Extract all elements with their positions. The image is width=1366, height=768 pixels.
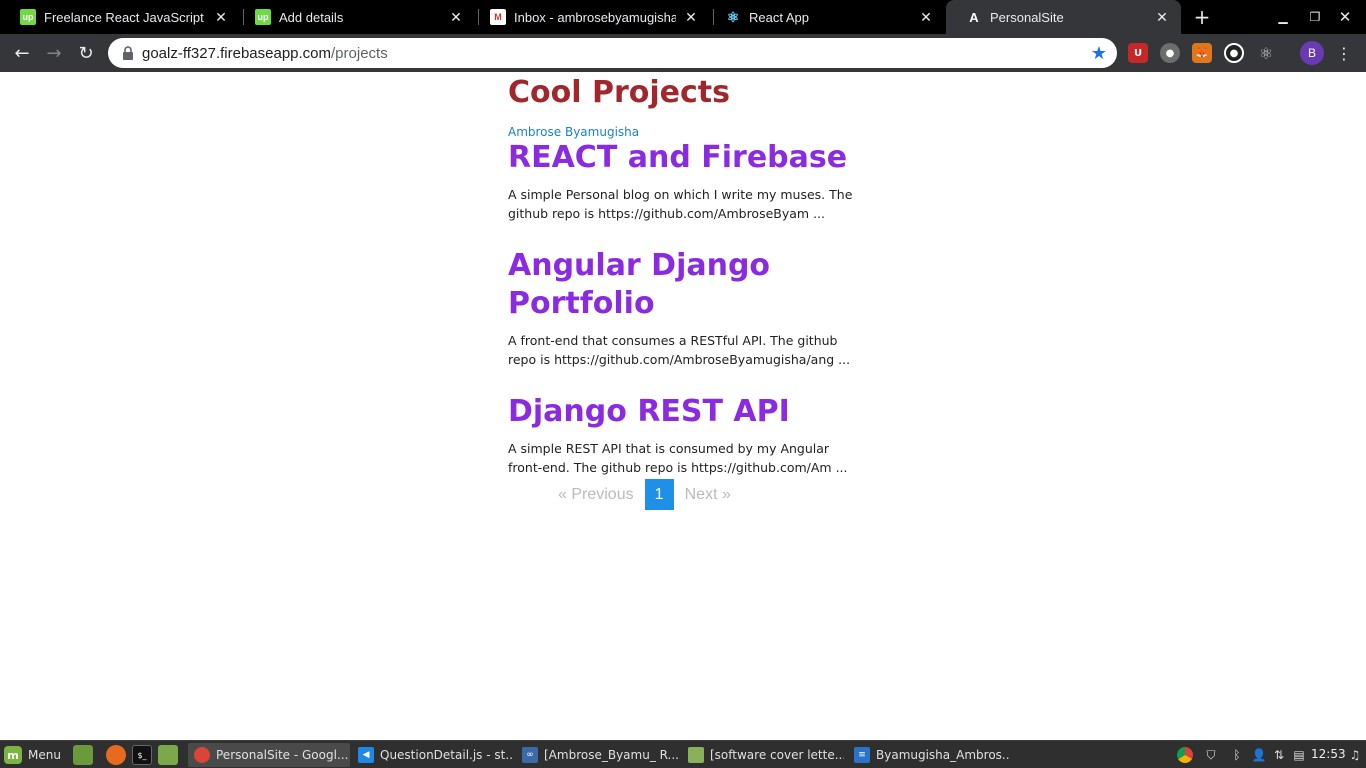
bookmark-star-icon[interactable]: ★ [1089,43,1109,64]
bluetooth-icon[interactable]: ᛒ [1228,746,1246,764]
vscode-icon: ◀ [358,747,374,763]
close-icon[interactable]: ✕ [212,8,230,26]
project-item: Angular Django Portfolio A front-end tha… [508,247,858,369]
close-icon[interactable]: ✕ [1153,8,1171,26]
shield-icon[interactable]: ⛉ [1202,746,1220,764]
music-note-icon[interactable]: ♫ [1346,746,1364,764]
linux-mint-icon: m [4,746,22,764]
gmail-icon: M [490,9,506,25]
project-description: A front-end that consumes a RESTful API.… [508,333,851,367]
close-icon[interactable]: ✕ [447,8,465,26]
chrome-tray-icon[interactable] [1176,746,1194,764]
project-description: A simple Personal blog on which I write … [508,187,853,221]
current-page-number[interactable]: 1 [644,479,674,510]
browser-toolbar: ← → ↻ goalz-ff327.firebaseapp.com/projec… [0,34,1366,72]
taskbar-window-folder[interactable]: [software cover lette... [682,743,844,767]
clipboard-icon[interactable]: ▤ [1290,746,1308,764]
close-icon[interactable]: ✕ [917,8,935,26]
show-desktop-icon[interactable] [73,745,93,765]
taskbar-window-app[interactable]: ∞ [Ambrose_Byamu_ R... [516,743,678,767]
upwork-icon: up [255,9,271,25]
tab-title: PersonalSite [990,9,1064,25]
terminal-icon[interactable]: $_ [132,745,152,765]
project-description: A simple REST API that is consumed by my… [508,441,848,475]
tab-add-details[interactable]: up Add details ✕ [235,0,475,34]
tab-title: Freelance React JavaScript Jobs [44,9,206,25]
project-title[interactable]: Django REST API [508,393,858,431]
author-link[interactable]: Ambrose Byamugisha [508,125,858,139]
app-icon: ∞ [522,747,538,763]
chrome-icon [194,747,210,763]
restore-icon[interactable]: ❐ [1304,6,1326,28]
taskbar-window-chrome[interactable]: PersonalSite - Googl... [188,743,350,767]
previous-page-link[interactable]: « Previous [550,486,644,504]
tab-personalsite[interactable]: A PersonalSite ✕ [946,0,1181,34]
next-page-link[interactable]: Next » [675,486,739,504]
close-icon[interactable]: ✕ [682,8,700,26]
url-text: goalz-ff327.firebaseapp.com/projects [142,44,388,62]
react-devtools-icon[interactable]: ⚛ [1256,43,1276,63]
window-title: Byamugisha_Ambros... [876,748,1010,762]
tab-gmail-inbox[interactable]: M Inbox - ambrosebyamugisha@ ✕ [470,0,710,34]
window-title: PersonalSite - Googl... [216,748,349,762]
document-icon: ≡ [854,747,870,763]
extension-circle-icon[interactable]: ● [1160,43,1180,63]
project-item: Django REST API A simple REST API that i… [508,393,858,477]
more-options-icon[interactable]: ⋮ [1336,41,1352,65]
tab-freelance-jobs[interactable]: up Freelance React JavaScript Jobs ✕ [0,0,240,34]
taskbar-window-document[interactable]: ≡ Byamugisha_Ambros... [848,743,1010,767]
lock-icon[interactable] [120,45,136,61]
metamask-icon[interactable]: 🦊 [1192,43,1212,63]
project-title[interactable]: REACT and Firebase [508,139,858,177]
firefox-icon[interactable] [106,745,126,765]
taskbar-window-vscode[interactable]: ◀ QuestionDetail.js - st... [352,743,514,767]
window-title: QuestionDetail.js - st... [380,748,514,762]
angular-icon: A [969,9,979,25]
clock[interactable]: 12:53 [1311,747,1346,761]
tab-title: React App [749,9,809,25]
menu-label: Menu [28,748,61,762]
user-icon[interactable]: 👤 [1250,746,1268,764]
reload-icon[interactable]: ↻ [72,39,100,67]
address-bar[interactable]: goalz-ff327.firebaseapp.com/projects ★ [108,38,1117,68]
profile-avatar[interactable]: B [1300,41,1324,65]
project-item: REACT and Firebase A simple Personal blo… [508,139,858,223]
network-icon[interactable]: ⇅ [1270,746,1288,764]
taskbar: m Menu $_ PersonalSite - Googl... ◀ Ques… [0,740,1366,768]
files-icon[interactable] [158,745,178,765]
minimize-icon[interactable]: ▁ [1272,6,1294,28]
window-title: [software cover lette... [710,748,844,762]
tab-title: Inbox - ambrosebyamugisha@ [514,9,676,25]
forward-icon[interactable]: → [40,39,68,67]
upwork-icon: up [20,9,36,25]
ublock-icon[interactable]: U [1128,43,1148,63]
window-title: [Ambrose_Byamu_ R... [544,748,678,762]
page-title: Cool Projects [508,75,730,110]
extension-record-icon[interactable]: ● [1224,43,1244,63]
start-menu-button[interactable]: m Menu [4,745,61,765]
window-close-icon[interactable]: ✕ [1334,6,1356,28]
back-icon[interactable]: ← [8,39,36,67]
new-tab-button[interactable]: + [1190,5,1214,29]
project-title[interactable]: Angular Django Portfolio [508,247,858,323]
react-icon: ⚛ [726,8,740,25]
pagination: « Previous 1 Next » [550,479,739,510]
projects-page: Cool Projects Ambrose Byamugisha REACT a… [508,72,858,501]
tab-react-app[interactable]: ⚛ React App ✕ [705,0,945,34]
folder-icon [688,747,704,763]
tab-title: Add details [279,9,344,25]
tab-strip: up Freelance React JavaScript Jobs ✕ up … [0,0,1366,34]
